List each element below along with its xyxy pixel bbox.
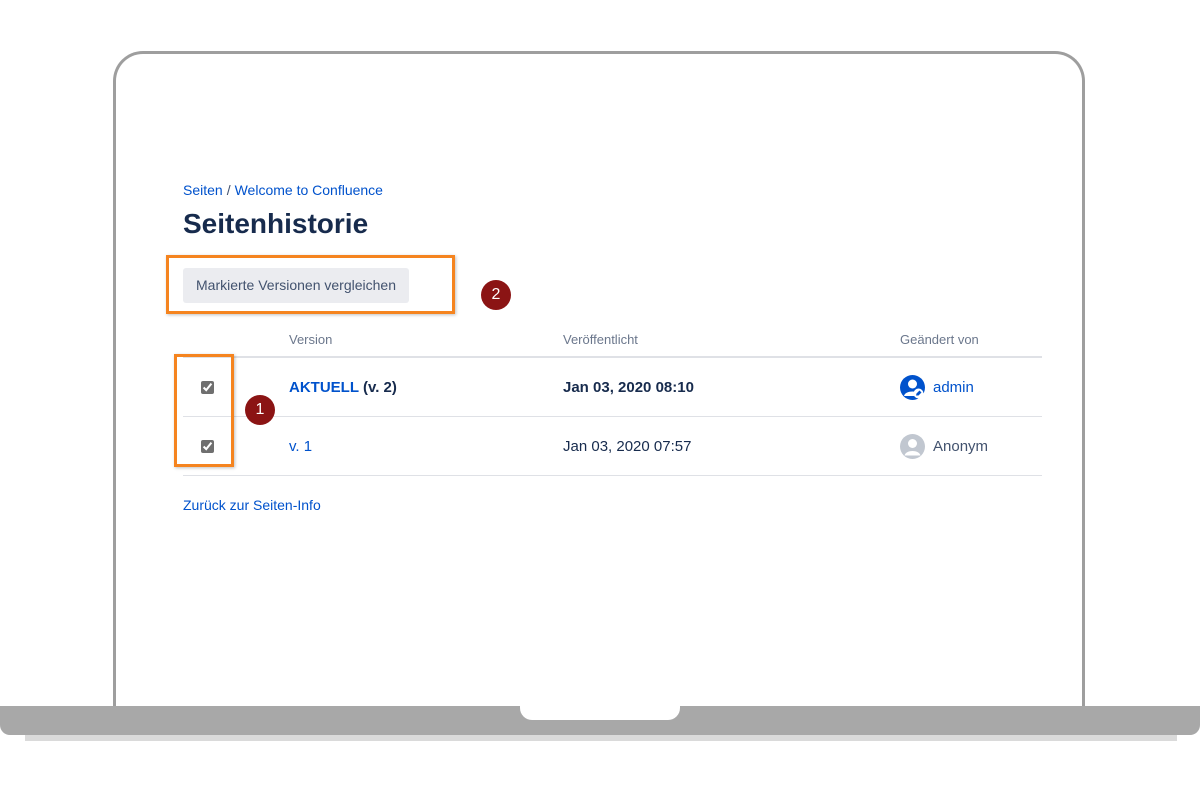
laptop-mockup: Seiten / Welcome to Confluence Seitenhisto… — [0, 0, 1200, 790]
laptop-base-shadow — [25, 735, 1177, 741]
column-header-changed-by: Geändert von — [900, 331, 979, 347]
version-cell: AKTUELL (v. 2) — [289, 358, 397, 416]
author-name-anonymous: Anonym — [933, 437, 989, 455]
published-date: Jan 03, 2020 08:10 — [563, 378, 694, 396]
laptop-notch — [520, 706, 680, 720]
version-link-v1[interactable]: v. 1 — [289, 438, 312, 455]
user-avatar-icon — [900, 374, 925, 400]
column-header-version: Version — [289, 331, 333, 347]
author-cell: admin — [900, 358, 974, 416]
table-header-row: Version Veröffentlicht Geändert von — [183, 322, 1042, 358]
version-cell: v. 1 — [289, 417, 312, 475]
author-cell: Anonym — [900, 417, 988, 475]
anonymous-avatar-icon — [900, 433, 925, 459]
step-badge-2: 2 — [481, 280, 511, 310]
step-badge-1: 1 — [245, 395, 275, 425]
breadcrumb-separator: / — [226, 182, 231, 198]
back-to-page-info-link[interactable]: Zurück zur Seiten-Info — [183, 497, 321, 513]
author-link-admin[interactable]: admin — [933, 379, 974, 396]
page-title: Seitenhistorie — [183, 208, 369, 239]
table-row: AKTUELL (v. 2) Jan 03, 2020 08:10 admin — [183, 358, 1042, 417]
breadcrumb: Seiten / Welcome to Confluence — [183, 182, 383, 198]
column-header-published: Veröffentlicht — [563, 331, 638, 347]
table-row: v. 1 Jan 03, 2020 07:57 Anonym — [183, 417, 1042, 476]
version-suffix: (v. 2) — [363, 378, 397, 396]
breadcrumb-root-link[interactable]: Seiten — [183, 182, 223, 198]
version-history-table: Version Veröffentlicht Geändert von AKTU… — [183, 322, 1042, 476]
version-link-current[interactable]: AKTUELL — [289, 379, 359, 396]
highlight-compare-button — [166, 255, 455, 314]
breadcrumb-page-link[interactable]: Welcome to Confluence — [235, 182, 383, 198]
highlight-checkboxes — [174, 354, 234, 467]
published-date: Jan 03, 2020 07:57 — [563, 437, 692, 455]
